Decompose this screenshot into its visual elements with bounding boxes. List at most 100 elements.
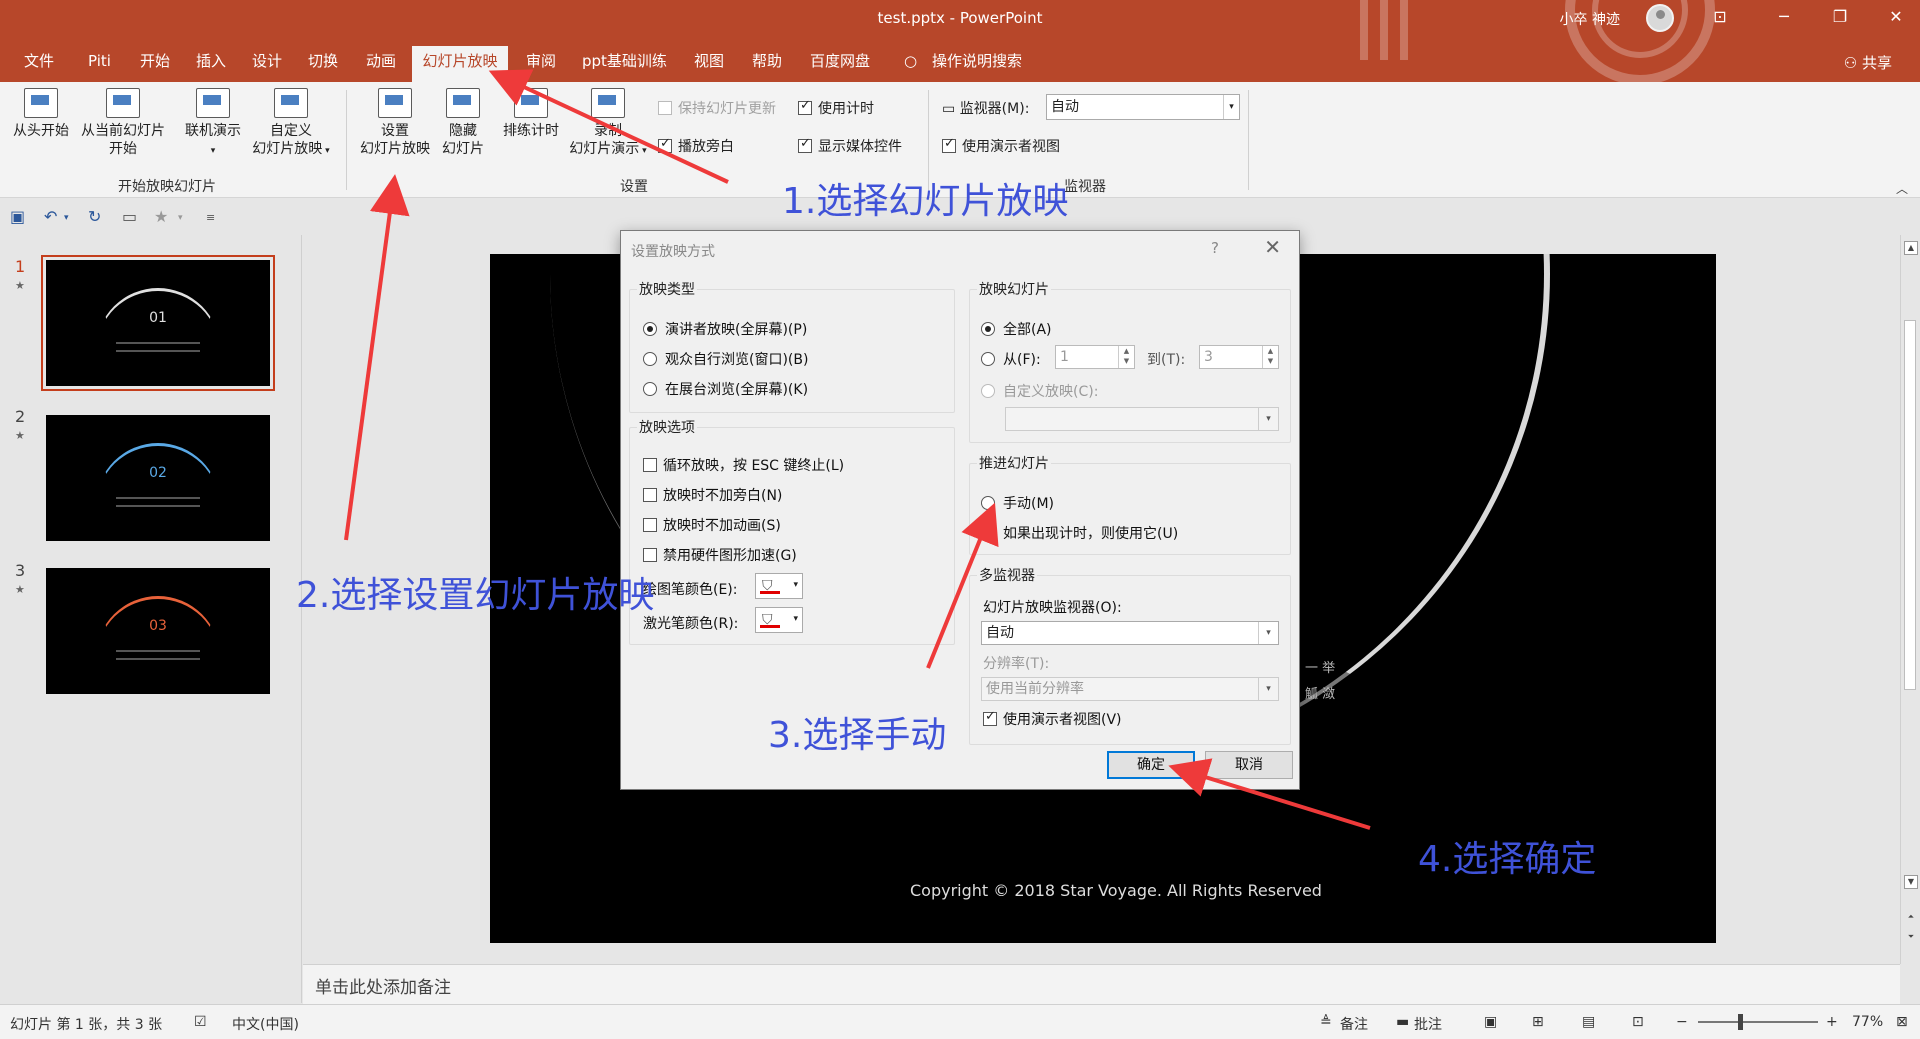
tab-help[interactable]: 帮助 xyxy=(748,46,786,82)
zoom-slider-track[interactable] xyxy=(1698,1021,1818,1023)
vertical-scrollbar[interactable]: ▲ ▼ ⏶ ⏷ xyxy=(1900,235,1920,964)
tab-animations[interactable]: 动画 xyxy=(362,46,400,82)
all-slides-radio[interactable]: 全部(A) xyxy=(981,319,1052,339)
tab-insert[interactable]: 插入 xyxy=(192,46,230,82)
chevron-down-icon: ▾ xyxy=(1258,678,1278,700)
tab-piti[interactable]: Piti xyxy=(84,46,115,82)
spellcheck-icon[interactable]: ☑ xyxy=(194,1014,207,1030)
audience-radio[interactable]: 观众自行浏览(窗口)(B) xyxy=(643,349,808,369)
previous-slide-icon[interactable]: ⏶ xyxy=(1904,911,1918,925)
undo-icon[interactable]: ↶ xyxy=(44,207,57,226)
slideshow-monitor-select[interactable]: 自动 ▾ xyxy=(981,621,1279,645)
custom-show-button[interactable]: 自定义 幻灯片放映 ▾ xyxy=(248,88,334,160)
show-media-checkbox[interactable]: 显示媒体控件 xyxy=(798,136,902,156)
from-beginning-button[interactable]: 从头开始 xyxy=(10,88,72,140)
scroll-up-icon[interactable]: ▲ xyxy=(1904,241,1918,255)
zoom-in-icon[interactable]: + xyxy=(1826,1014,1838,1030)
close-icon[interactable]: ✕ xyxy=(1882,6,1910,28)
user-name[interactable]: 小卒 神迹 xyxy=(1560,9,1620,29)
customize-qat-icon[interactable]: ≡ xyxy=(206,211,215,224)
notes-toggle[interactable]: 备注 xyxy=(1340,1014,1368,1034)
disable-hw-accel-checkbox[interactable]: 禁用硬件图形加速(G) xyxy=(643,545,797,565)
tab-review[interactable]: 审阅 xyxy=(522,46,560,82)
minimize-icon[interactable]: ─ xyxy=(1770,6,1798,28)
slide-sorter-icon[interactable]: ⊞ xyxy=(1532,1014,1544,1030)
to-spinner[interactable]: 3 ▲ ▼ xyxy=(1199,345,1279,369)
tab-home[interactable]: 开始 xyxy=(136,46,174,82)
presenter-view-checkbox[interactable]: 使用演示者视图 xyxy=(942,136,1060,156)
custom-show-label: 自定义 xyxy=(270,123,312,139)
slideshow-view-icon[interactable]: ⊡ xyxy=(1632,1014,1644,1030)
tab-baidu[interactable]: 百度网盘 xyxy=(806,46,874,82)
next-slide-icon[interactable]: ⏷ xyxy=(1904,931,1918,945)
share-button[interactable]: ⚇ 共享 xyxy=(1844,52,1892,73)
comments-toggle[interactable]: 批注 xyxy=(1414,1014,1442,1034)
record-slideshow-button[interactable]: 录制 幻灯片演示 ▾ xyxy=(562,88,654,160)
restore-icon[interactable]: ❐ xyxy=(1826,6,1854,28)
cancel-button[interactable]: 取消 xyxy=(1205,751,1293,779)
from-current-button[interactable]: 从当前幻灯片 开始 xyxy=(76,88,170,158)
no-animation-checkbox[interactable]: 放映时不加动画(S) xyxy=(643,515,781,535)
group-label-monitor: 监视器 xyxy=(1064,179,1106,195)
tab-transitions[interactable]: 切换 xyxy=(304,46,342,82)
notes-pane[interactable]: 单击此处添加备注 xyxy=(303,964,1900,1004)
tab-file[interactable]: 文件 xyxy=(20,46,58,82)
online-present-button[interactable]: 联机演示 ▾ xyxy=(180,88,246,160)
slide-thumbnail-1[interactable]: 01 xyxy=(41,255,275,391)
presenter-radio[interactable]: 演讲者放映(全屏幕)(P) xyxy=(643,319,807,339)
slide-thumbnail-2[interactable]: 02 xyxy=(46,415,270,541)
language[interactable]: 中文(中国) xyxy=(232,1014,299,1034)
slide-thumbnail-3[interactable]: 03 xyxy=(46,568,270,694)
setup-slideshow-button[interactable]: 设置 幻灯片放映 xyxy=(356,88,434,158)
dialog-presenter-view-checkbox[interactable]: 使用演示者视图(V) xyxy=(983,709,1122,729)
save-icon[interactable]: ▣ xyxy=(10,207,25,226)
pen-color-picker[interactable]: ⛉ ▾ xyxy=(755,573,803,599)
present-icon[interactable]: ▭ xyxy=(122,207,137,226)
use-timings-checkbox[interactable]: 使用计时 xyxy=(798,98,874,118)
reading-view-icon[interactable]: ▤ xyxy=(1582,1014,1595,1030)
redo-icon[interactable]: ↻ xyxy=(88,207,101,226)
tab-ppt-training[interactable]: ppt基础训练 xyxy=(578,46,671,82)
hide-slide-label: 隐藏 xyxy=(449,123,477,139)
thumb-text-line xyxy=(116,497,200,499)
use-timings-radio[interactable]: 如果出现计时，则使用它(U) xyxy=(981,523,1178,543)
show-type-legend: 放映类型 xyxy=(637,279,697,299)
from-radio[interactable]: 从(F): xyxy=(981,349,1041,369)
kiosk-radio[interactable]: 在展台浏览(全屏幕)(K) xyxy=(643,379,808,399)
play-narration-checkbox[interactable]: 播放旁白 xyxy=(658,136,734,156)
ribbon-display-icon[interactable]: ⊡ xyxy=(1706,6,1734,28)
zoom-out-icon[interactable]: − xyxy=(1676,1014,1688,1030)
no-narration-checkbox[interactable]: 放映时不加旁白(N) xyxy=(643,485,782,505)
close-icon[interactable]: ✕ xyxy=(1264,235,1281,259)
collapse-ribbon-icon[interactable]: ︿ xyxy=(1896,180,1908,197)
chevron-down-icon[interactable]: ▾ xyxy=(178,213,183,223)
checkbox-box xyxy=(983,709,997,726)
spinner-arrows-icon[interactable]: ▲ ▼ xyxy=(1262,346,1278,368)
fit-slide-icon[interactable]: ⊠ xyxy=(1896,1014,1908,1030)
tell-me-search[interactable]: 操作说明搜索 xyxy=(928,46,1026,82)
scroll-down-icon[interactable]: ▼ xyxy=(1904,875,1918,889)
monitor-select[interactable]: 自动 ▾ xyxy=(1046,94,1240,120)
ok-button[interactable]: 确定 xyxy=(1107,751,1195,779)
laser-color-picker[interactable]: ⛉ ▾ xyxy=(755,607,803,633)
tab-slideshow[interactable]: 幻灯片放映 xyxy=(412,46,508,82)
hide-slide-button[interactable]: 隐藏 幻灯片 xyxy=(438,88,488,158)
star-icon[interactable]: ★ xyxy=(154,207,168,226)
keep-updated-label: 保持幻灯片更新 xyxy=(678,101,776,117)
from-spinner[interactable]: 1 ▲ ▼ xyxy=(1055,345,1135,369)
avatar[interactable] xyxy=(1646,4,1674,32)
help-icon[interactable]: ? xyxy=(1211,239,1219,257)
zoom-slider-thumb[interactable] xyxy=(1738,1014,1743,1030)
manual-radio[interactable]: 手动(M) xyxy=(981,493,1054,513)
normal-view-icon[interactable]: ▣ xyxy=(1484,1014,1497,1030)
rehearse-timings-button[interactable]: 排练计时 xyxy=(496,88,566,140)
spinner-arrows-icon[interactable]: ▲ ▼ xyxy=(1118,346,1134,368)
zoom-level[interactable]: 77% xyxy=(1852,1014,1883,1030)
chevron-down-icon[interactable]: ▾ xyxy=(64,213,69,223)
loop-checkbox[interactable]: 循环放映，按 ESC 键终止(L) xyxy=(643,455,844,475)
tab-design[interactable]: 设计 xyxy=(248,46,286,82)
checkbox-label: 放映时不加动画(S) xyxy=(663,518,781,534)
checkbox-box xyxy=(798,98,812,115)
tab-view[interactable]: 视图 xyxy=(690,46,728,82)
scrollbar-thumb[interactable] xyxy=(1904,320,1916,690)
